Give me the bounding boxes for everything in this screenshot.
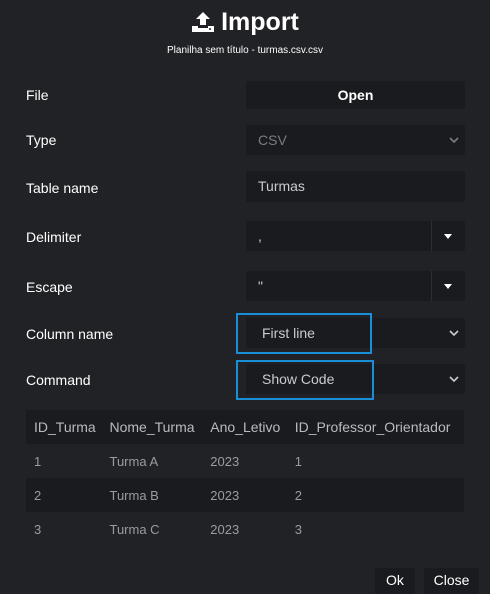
column-header: Nome_Turma <box>101 410 203 444</box>
column-name-highlight <box>236 313 372 354</box>
table-name-label: Table name <box>26 180 99 196</box>
command-highlight <box>236 360 374 400</box>
table-cell: 2 <box>26 478 102 512</box>
table-cell: Turma C <box>109 521 160 537</box>
caret-down-icon <box>444 234 452 239</box>
close-button[interactable]: Close <box>424 568 479 594</box>
dialog-title: Import <box>221 7 299 36</box>
type-label: Type <box>26 132 57 148</box>
escape-dropdown-toggle[interactable] <box>431 271 465 301</box>
dialog-subtitle: Planilha sem título - turmas.csv.csv <box>167 45 323 56</box>
table-cell: 2023 <box>202 478 287 512</box>
table-name-value: Turmas <box>258 178 305 194</box>
chevron-down-icon <box>449 137 459 144</box>
escape-combo[interactable]: " <box>246 271 465 301</box>
table-row: 2 Turma B 2023 2 <box>26 478 464 512</box>
caret-down-icon <box>444 284 452 289</box>
delimiter-dropdown-toggle[interactable] <box>431 221 465 251</box>
escape-label: Escape <box>26 279 73 295</box>
table-cell: 1 <box>34 453 42 469</box>
escape-value: " <box>258 278 263 294</box>
table-name-input[interactable]: Turmas <box>246 171 465 202</box>
column-header: Ano_Letivo <box>202 410 287 444</box>
chevron-down-icon <box>449 330 459 337</box>
type-select: CSV <box>246 125 465 155</box>
table-cell: Turma B <box>101 478 203 512</box>
type-value: CSV <box>258 132 287 148</box>
file-label: File <box>26 87 49 103</box>
table-cell: 2 <box>286 478 464 512</box>
upload-icon <box>192 12 215 32</box>
table-row: 3 Turma C 2023 3 <box>26 512 464 546</box>
dialog-header: Import <box>0 6 490 38</box>
table-cell: 2023 <box>210 453 240 469</box>
title-row: Import <box>0 6 490 38</box>
ok-button[interactable]: Ok <box>375 568 415 594</box>
delimiter-value: , <box>258 228 262 244</box>
column-header: ID_Professor_Orientador <box>286 410 464 444</box>
delimiter-combo[interactable]: , <box>246 221 465 251</box>
column-name-label: Column name <box>26 326 114 342</box>
column-header: ID_Turma <box>26 410 102 444</box>
table-row: 1 Turma A 2023 1 <box>26 444 464 478</box>
chevron-down-icon <box>449 376 459 383</box>
table-header-row: ID_Turma Nome_Turma Ano_Letivo ID_Profes… <box>26 410 464 444</box>
table-cell: 3 <box>34 521 42 537</box>
table-cell: 2023 <box>210 521 240 537</box>
table-cell: Turma A <box>109 453 159 469</box>
delimiter-label: Delimiter <box>26 229 82 245</box>
table-cell: 1 <box>294 453 302 469</box>
open-file-button[interactable]: Open <box>246 81 465 109</box>
preview-table: ID_Turma Nome_Turma Ano_Letivo ID_Profes… <box>26 410 464 546</box>
command-label: Command <box>26 372 91 388</box>
table-cell: 3 <box>294 521 302 537</box>
